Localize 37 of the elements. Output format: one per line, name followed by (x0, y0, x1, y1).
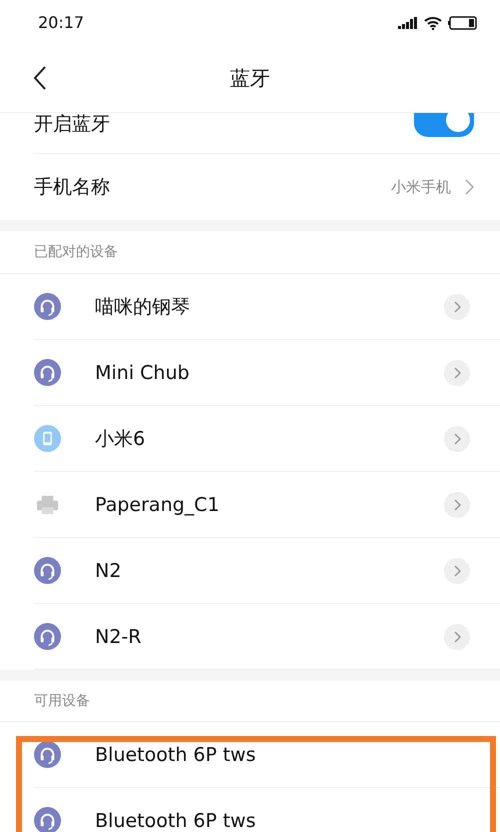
details-button[interactable] (444, 294, 470, 320)
headset-icon (34, 359, 61, 386)
headset-icon (34, 623, 61, 650)
section-title: 已配对的设备 (34, 243, 118, 261)
chevron-icon (453, 366, 461, 378)
device-name[interactable]: N2-R (95, 626, 444, 648)
device-name[interactable]: Mini Chub (95, 362, 444, 384)
headset-icon (34, 741, 61, 768)
battery-icon (448, 16, 478, 30)
device-name[interactable]: N2 (95, 560, 444, 582)
details-button[interactable] (444, 624, 470, 650)
chevron-icon (453, 498, 461, 510)
chevron-icon (453, 564, 461, 576)
details-button[interactable] (444, 360, 470, 386)
signal-icon (398, 16, 418, 28)
chevron-icon (465, 179, 474, 195)
phone-icon (34, 425, 61, 452)
chevron-icon (453, 300, 461, 312)
headset-icon (34, 293, 61, 320)
setting-value[interactable]: 小米手机 (391, 178, 451, 196)
status-time: 20:17 (38, 13, 84, 32)
wifi-icon (424, 16, 442, 30)
details-button[interactable] (444, 558, 470, 584)
page-title: 蓝牙 (230, 65, 270, 92)
headset-icon (34, 557, 61, 584)
details-button[interactable] (444, 492, 470, 518)
device-name[interactable]: 喵咪的钢琴 (95, 294, 444, 320)
device-name[interactable]: Bluetooth 6P tws (95, 810, 470, 832)
chevron-icon (453, 630, 461, 642)
setting-label: 开启蓝牙 (34, 112, 110, 137)
device-name[interactable]: Paperang_C1 (95, 494, 444, 516)
details-button[interactable] (444, 426, 470, 452)
section-title: 可用设备 (34, 692, 90, 710)
device-name[interactable]: Bluetooth 6P tws (95, 744, 470, 766)
chevron-icon (453, 432, 461, 444)
setting-label: 手机名称 (34, 175, 110, 200)
device-name[interactable]: 小米6 (95, 426, 444, 452)
